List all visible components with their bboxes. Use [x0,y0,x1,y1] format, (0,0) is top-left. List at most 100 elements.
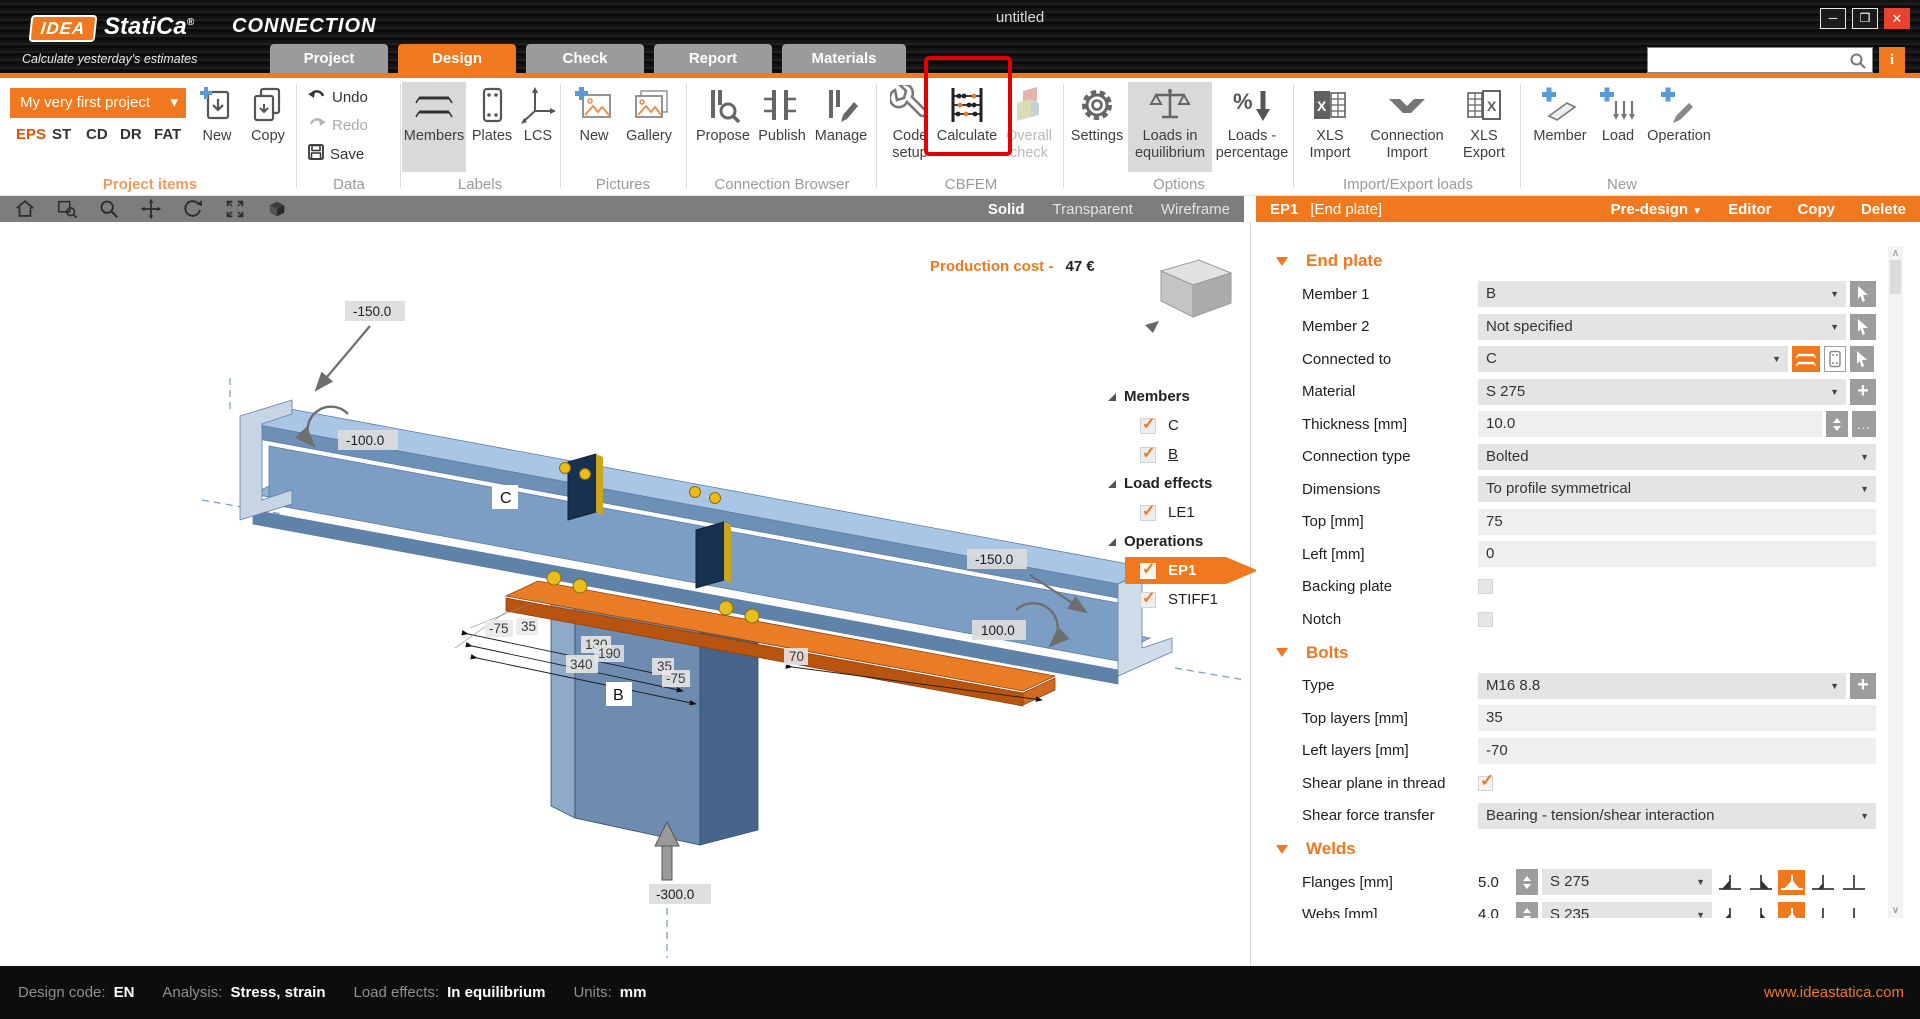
close-button[interactable]: ✕ [1884,8,1910,29]
collapse-icon[interactable] [1276,257,1288,266]
member2-dropdown[interactable]: Not specified [1478,314,1846,340]
add-material-button[interactable]: + [1850,379,1876,405]
info-button[interactable]: i [1879,47,1905,73]
tab-materials[interactable]: Materials [782,44,906,73]
isometric-view-icon[interactable] [260,197,294,221]
redo-button[interactable]: Redo [308,116,368,134]
propose-button[interactable]: Propose [694,82,752,145]
code-dr[interactable]: DR [120,126,142,143]
tree-group-operations[interactable]: Operations [1100,527,1258,556]
copy-project-button[interactable]: Copy [244,82,292,145]
code-fat[interactable]: FAT [154,126,181,143]
weld-type-both-selected-icon[interactable] [1778,870,1805,895]
connected-to-dropdown[interactable]: C [1478,346,1788,372]
mode-wireframe[interactable]: Wireframe [1161,201,1230,218]
expander-icon[interactable] [1108,480,1116,488]
expander-icon[interactable] [1108,393,1116,401]
dimensions-dropdown[interactable]: To profile symmetrical [1478,476,1876,502]
publish-button[interactable]: Publish [754,82,810,145]
xls-import-button[interactable]: X XLS Import [1299,82,1361,162]
lcs-labels-button[interactable]: LCS [518,82,558,145]
flanges-material-dropdown[interactable]: S 275 [1542,869,1712,895]
flanges-value[interactable]: 5.0 [1478,874,1512,891]
copy-operation-button[interactable]: Copy [1797,201,1835,218]
material-dropdown[interactable]: S 275 [1478,379,1846,405]
thickness-stepper[interactable] [1826,411,1848,437]
tab-design[interactable]: Design [398,44,516,73]
members-labels-button[interactable]: Members [402,82,466,172]
pan-icon[interactable] [134,197,168,221]
bolt-type-dropdown[interactable]: M16 8.8 [1478,673,1846,699]
search-input[interactable] [1647,47,1873,73]
connection-type-dropdown[interactable]: Bolted [1478,444,1876,470]
zoom-window-icon[interactable] [50,197,84,221]
3d-viewport[interactable]: -75 35 130 190 340 35 -75 70 C B -150.0 … [150,222,1250,966]
panel-scrollbar[interactable]: ∧ ∨ [1888,246,1903,918]
flanges-stepper[interactable] [1516,869,1538,895]
pick-connected-button[interactable] [1850,346,1874,372]
thickness-more-button[interactable]: ... [1852,411,1876,437]
checkbox-checked-icon[interactable] [1140,592,1156,608]
checkbox-checked-icon[interactable] [1140,563,1156,579]
checkbox-checked-icon[interactable] [1140,418,1156,434]
zoom-icon[interactable] [92,197,126,221]
collapse-icon[interactable] [1276,648,1288,657]
code-cd[interactable]: CD [86,126,108,143]
weld-type-left-icon[interactable] [1716,902,1743,918]
weld-type-partial-icon[interactable] [1809,870,1836,895]
thickness-input[interactable]: 10.0 [1478,411,1822,437]
left-layers-input[interactable]: -70 [1478,738,1876,764]
plates-labels-button[interactable]: Plates [468,82,516,145]
tree-group-members[interactable]: Members [1100,382,1258,411]
mode-solid[interactable]: Solid [988,201,1025,218]
plate-face-button[interactable] [1824,346,1846,372]
checkbox-checked-icon[interactable] [1140,505,1156,521]
tree-item-stiff1[interactable]: STIFF1 [1100,585,1258,614]
manage-button[interactable]: Manage [812,82,870,145]
minimize-button[interactable]: ─ [1820,8,1846,29]
scroll-up-icon[interactable]: ∧ [1888,248,1903,259]
home-view-icon[interactable] [8,197,42,221]
collapse-icon[interactable] [1276,845,1288,854]
delete-operation-button[interactable]: Delete [1861,201,1906,218]
gallery-button[interactable]: Gallery [620,82,678,145]
tab-check[interactable]: Check [526,44,644,73]
member1-dropdown[interactable]: B [1478,281,1846,307]
backing-plate-checkbox[interactable] [1478,579,1493,594]
tree-item-ep1-selected[interactable]: EP1 [1100,556,1258,585]
tree-item-c[interactable]: C [1100,411,1258,440]
top-input[interactable]: 75 [1478,509,1876,535]
code-st[interactable]: ST [52,126,71,143]
weld-type-both-selected-icon[interactable] [1778,902,1805,918]
loads-in-equilibrium-button[interactable]: Loads in equilibrium [1128,82,1212,172]
connection-import-button[interactable]: Connection Import [1363,82,1451,162]
project-select[interactable]: My very first project [10,88,186,118]
expander-icon[interactable] [1108,538,1116,546]
xls-export-button[interactable]: X XLS Export [1453,82,1515,162]
checkbox-checked-icon[interactable] [1140,447,1156,463]
left-input[interactable]: 0 [1478,541,1876,567]
new-member-button[interactable]: Member [1528,82,1592,145]
loads-percentage-button[interactable]: % Loads - percentage [1214,82,1290,162]
tab-report[interactable]: Report [654,44,772,73]
code-eps[interactable]: EPS [16,126,46,143]
new-operation-button[interactable]: Operation [1644,82,1714,145]
tree-item-b[interactable]: B [1100,440,1258,469]
predesign-button[interactable]: Pre-design ▼ [1611,201,1703,218]
save-button[interactable]: Save [308,144,364,164]
rotate-icon[interactable] [176,197,210,221]
weld-type-partial-icon[interactable] [1809,902,1836,918]
scroll-down-icon[interactable]: ∨ [1888,905,1903,916]
webs-material-dropdown[interactable]: S 235 [1542,902,1712,918]
new-project-button[interactable]: New [194,82,240,145]
section-bolts[interactable]: Bolts [1256,636,1896,670]
add-bolt-button[interactable]: + [1850,673,1876,699]
weld-type-right-icon[interactable] [1747,870,1774,895]
weld-type-left-icon[interactable] [1716,870,1743,895]
tree-group-load-effects[interactable]: Load effects [1100,469,1258,498]
pick-member1-button[interactable] [1850,281,1876,307]
tab-project[interactable]: Project [270,44,388,73]
section-welds[interactable]: Welds [1256,832,1896,866]
editor-button[interactable]: Editor [1728,201,1771,218]
maximize-button[interactable]: ❒ [1852,8,1878,29]
